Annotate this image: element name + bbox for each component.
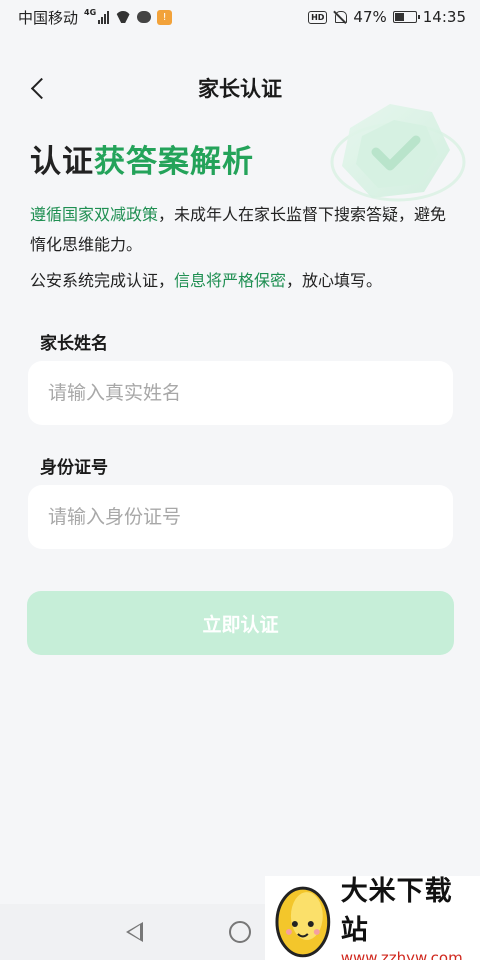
id-label: 身份证号 [40,458,108,478]
watermark-name: 大米下载站 [340,876,453,946]
privacy-highlight: 信息将严格保密 [174,271,287,290]
notification-badge: ! [157,9,173,25]
verify-button[interactable]: 立即认证 [27,591,454,655]
headline-part2: 获答案解析 [94,144,254,180]
headline-part1: 认证 [30,144,94,180]
network-type: 4G [84,7,97,17]
nav-home-icon[interactable] [229,921,251,943]
battery-icon [392,11,420,23]
shield-check-icon [330,104,466,202]
watermark: 大米下载站 www.zzhyw.com [265,876,480,960]
id-number-input[interactable] [28,485,453,549]
nav-back-icon[interactable] [126,922,143,942]
rice-logo-icon [275,886,331,958]
message-icon [137,11,152,23]
wifi-icon [115,11,131,23]
privacy-text-start: 公安系统完成认证， [30,271,175,290]
description: 遵循国家双减政策，未成年人在家长监督下搜索答疑，避免惰化思维能力。 公安系统完成… [30,200,460,296]
privacy-text-end: ，放心填写。 [286,271,383,290]
status-right: HD 47% 14:35 [308,8,466,26]
watermark-text: 大米下载站 www.zzhyw.com [341,869,480,960]
name-input[interactable] [28,361,453,425]
clock: 14:35 [422,8,466,26]
headline: 认证获答案解析 [30,136,254,181]
page-title: 家长认证 [198,77,282,101]
policy-highlight: 遵循国家双减政策 [30,205,159,224]
description-line2: 公安系统完成认证，信息将严格保密，放心填写。 [30,266,460,296]
carrier-name: 中国移动 [18,8,79,27]
hd-icon: HD [308,10,328,24]
signal-icon [98,10,110,24]
status-left: 中国移动 4G ! [18,7,173,28]
status-bar: 中国移动 4G ! HD 47% 14:35 [0,0,480,34]
watermark-url: www.zzhyw.com [340,949,463,960]
chevron-left-icon[interactable] [24,74,54,104]
name-label: 家长姓名 [40,334,108,354]
battery-percent: 47% [353,8,387,26]
mute-bell-icon [333,10,348,24]
description-line1: 遵循国家双减政策，未成年人在家长监督下搜索答疑，避免惰化思维能力。 [30,200,460,260]
